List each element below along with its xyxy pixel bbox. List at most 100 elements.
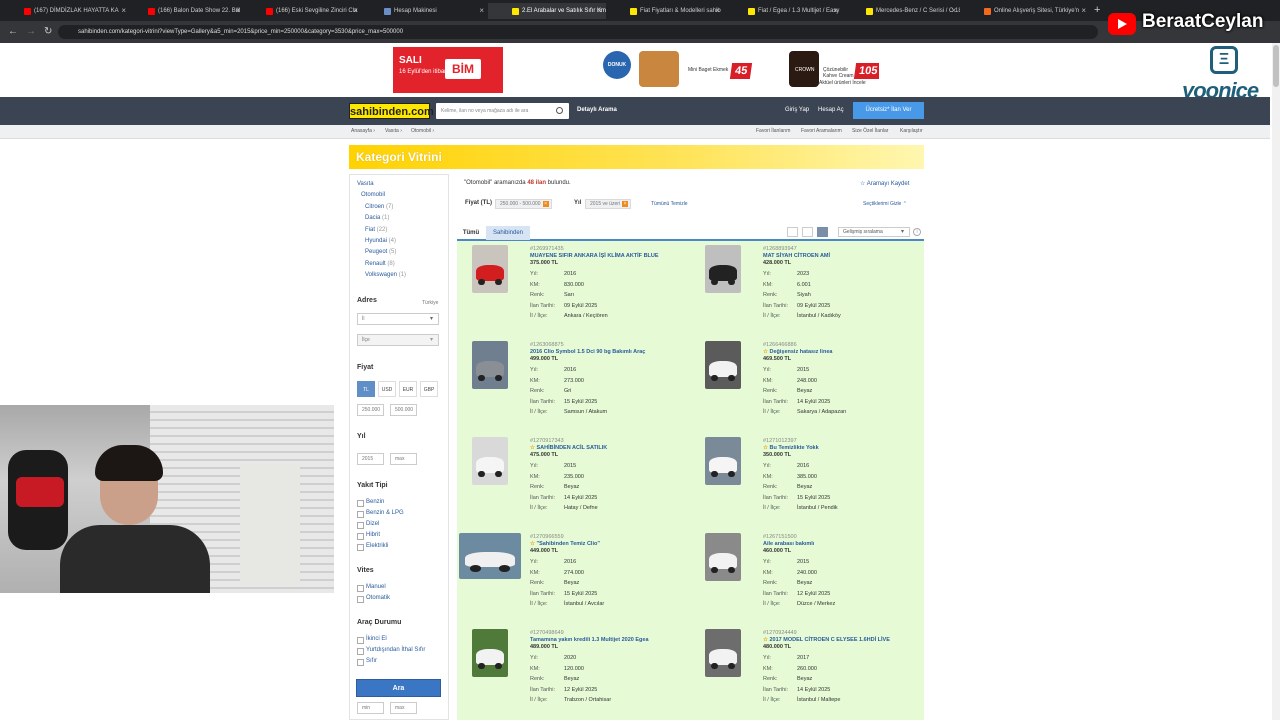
city-select[interactable]: İl <box>357 313 439 325</box>
sidebar-category-item[interactable]: Vasıta <box>357 181 374 187</box>
browser-tab[interactable]: Online Alışveriş Sitesi, Türkiye'n × <box>960 3 1090 19</box>
url-field[interactable]: sahibinden.com/kategori-vitrini?viewType… <box>58 25 1098 39</box>
browser-tab[interactable]: 2.El Arabalar ve Satılık Sıfır Km × <box>488 3 606 19</box>
year-max-input[interactable]: max <box>390 453 417 465</box>
condition-checkbox[interactable]: İkinci El <box>357 636 387 644</box>
browser-tab[interactable]: (166) Eski Sevgiline Zinciri Cla × <box>242 3 362 19</box>
listing-card[interactable]: #1270917343 ☆ SAHİBİNDEN ACİL SATILIK 475.… <box>457 433 682 525</box>
district-select[interactable]: İlçe <box>357 334 439 346</box>
scrollbar-thumb[interactable] <box>1273 45 1279 87</box>
year-filter-chip[interactable]: 2015 ve üzeri × <box>585 199 632 209</box>
listing-photo[interactable] <box>705 533 741 581</box>
search-icon[interactable] <box>556 107 563 114</box>
browser-tab[interactable]: Mercedes-Benz / C Serisi / C 18 × <box>842 3 960 19</box>
sidebar-category-item[interactable]: Volkswagen (1) <box>365 272 406 278</box>
sidebar-category-item[interactable]: Fiat (22) <box>365 227 387 233</box>
breadcrumb-item[interactable]: Vasıta › <box>385 128 402 134</box>
tab-close-icon[interactable]: × <box>951 3 956 19</box>
tab-close-icon[interactable]: × <box>1081 3 1086 19</box>
detailed-search-link[interactable]: Detaylı Arama <box>577 107 617 113</box>
listing-photo[interactable] <box>705 437 741 485</box>
post-ad-button[interactable]: Ücretsiz* İlan Ver <box>853 102 924 119</box>
listing-title[interactable]: MUAYENE SIFIR ANKARA İŞİ KLİMA AKTİF BLU… <box>530 253 659 259</box>
sidebar-category-item[interactable]: Otomobil <box>361 192 385 198</box>
year-min-input[interactable]: 2015 <box>357 453 384 465</box>
listing-card[interactable]: #1270924449 ☆ 2017 MODEL CİTROEN C ELYSEE… <box>690 625 915 717</box>
country-label[interactable]: Türkiye <box>422 300 438 306</box>
tab-close-icon[interactable]: × <box>235 3 240 19</box>
listing-photo[interactable] <box>705 245 741 293</box>
info-icon[interactable]: i <box>913 228 921 236</box>
listing-photo[interactable] <box>472 437 508 485</box>
listing-card[interactable]: #1270498649 Tamamına yakın kredili 1.3 Mu… <box>457 625 682 717</box>
listing-photo[interactable] <box>705 341 741 389</box>
sidebar-category-item[interactable]: Peugeot (5) <box>365 249 396 255</box>
price-min-input[interactable]: 250.000 <box>357 404 384 416</box>
fuel-checkbox[interactable]: Benzin & LPG <box>357 510 404 518</box>
price-max-input[interactable]: 500.000 <box>390 404 417 416</box>
special-listings-link[interactable]: Size Özel İlanlar <box>852 128 888 134</box>
browser-tab[interactable]: Hesap Makinesi × <box>360 3 488 19</box>
listing-title[interactable]: ☆ SAHİBİNDEN ACİL SATILIK <box>530 445 607 451</box>
browser-tab[interactable]: Fiat Fiyatları & Modelleri sahib × <box>606 3 724 19</box>
clear-all-link[interactable]: Tümünü Temizle <box>651 201 688 207</box>
browser-tab[interactable]: (167) DİMDİZLAK HAYATTA KA × <box>0 3 130 19</box>
breadcrumb-item[interactable]: Anasayfa › <box>351 128 375 134</box>
listing-photo[interactable] <box>472 245 508 293</box>
ad-link[interactable]: Aktüel ürünleri İncele <box>819 80 866 86</box>
currency-usd[interactable]: USD <box>378 381 396 397</box>
listing-title[interactable]: ☆ Bu Temizlikte Yokk <box>763 445 819 451</box>
tab-close-icon[interactable]: × <box>353 3 358 19</box>
search-button[interactable]: Ara <box>356 679 441 697</box>
currency-eur[interactable]: EUR <box>399 381 417 397</box>
new-tab-button[interactable]: + <box>1094 4 1100 16</box>
back-icon[interactable]: ← <box>8 26 18 37</box>
gallery-view-icon[interactable] <box>817 227 828 237</box>
bottom-min-input[interactable]: min <box>357 702 384 714</box>
sidebar-category-item[interactable]: Hyundai (4) <box>365 238 396 244</box>
site-logo[interactable]: sahibinden.com <box>349 103 434 119</box>
condition-checkbox[interactable]: Yurtdışından İthal Sıfır <box>357 647 425 655</box>
reload-icon[interactable]: ↻ <box>44 26 52 37</box>
listing-photo[interactable] <box>472 629 508 677</box>
price-filter-chip[interactable]: 250.000 - 500.000 × <box>495 199 552 209</box>
login-link[interactable]: Giriş Yap <box>785 107 809 113</box>
compare-link[interactable]: Karşılaştır <box>900 128 923 134</box>
listing-photo[interactable] <box>705 629 741 677</box>
currency-gbp[interactable]: GBP <box>420 381 438 397</box>
currency-tl[interactable]: TL <box>357 381 375 397</box>
page-scrollbar[interactable] <box>1272 43 1280 720</box>
save-search-link[interactable]: ☆ Aramayı Kaydet <box>860 180 909 187</box>
listing-card[interactable]: #1268893947 MAT SİYAH CİTROEN AMİ 428.000 … <box>690 241 915 333</box>
close-icon[interactable]: × <box>622 201 629 207</box>
condition-checkbox[interactable]: Sıfır <box>357 658 377 666</box>
listing-photo[interactable] <box>472 341 508 389</box>
listing-title[interactable]: ☆ 2017 MODEL CİTROEN C ELYSEE 1.6HDİ LİV… <box>763 637 890 643</box>
tab-close-icon[interactable]: × <box>597 3 602 19</box>
listing-card[interactable]: #1270966559 ☆ "Sahibinden Temiz Clio" 449.… <box>457 529 682 621</box>
listing-photo[interactable] <box>459 533 521 579</box>
listing-card[interactable]: #1263068875 2016 Clio Symbol 1.5 Dci 90 b… <box>457 337 682 429</box>
gear-checkbox[interactable]: Manuel <box>357 584 386 592</box>
gear-checkbox[interactable]: Otomatik <box>357 595 390 603</box>
sort-select[interactable]: Gelişmiş sıralama <box>838 227 910 237</box>
favorite-searches-link[interactable]: Favori Aramalarım <box>801 128 842 134</box>
search-input[interactable]: Kelime, ilan no veya mağaza adı ile ara <box>436 103 569 119</box>
favorite-listings-link[interactable]: Favori İlanlarım <box>756 128 790 134</box>
tab-close-icon[interactable]: × <box>715 3 720 19</box>
listing-card[interactable]: #1269971435 MUAYENE SIFIR ANKARA İŞİ KLİM… <box>457 241 682 333</box>
listing-title[interactable]: MAT SİYAH CİTROEN AMİ <box>763 253 830 259</box>
sidebar-category-item[interactable]: Dacia (1) <box>365 215 389 221</box>
close-icon[interactable]: × <box>542 201 549 207</box>
fuel-checkbox[interactable]: Benzin <box>357 499 384 507</box>
thumb-view-icon[interactable] <box>802 227 813 237</box>
hide-selected-link[interactable]: Seçtiklerimi Gizle ⌃ <box>863 201 907 207</box>
sidebar-category-item[interactable]: Citroen (7) <box>365 204 393 210</box>
browser-tab[interactable]: Fiat / Egea / 1.3 Multijet / Easy × <box>724 3 842 19</box>
forward-icon[interactable]: → <box>26 26 36 37</box>
fuel-checkbox[interactable]: Hibrit <box>357 532 380 540</box>
listing-title[interactable]: Tamamına yakın kredili 1.3 Multijet 2020… <box>530 637 649 643</box>
tab-all[interactable]: Tümü <box>459 226 483 240</box>
fuel-checkbox[interactable]: Dizel <box>357 521 379 529</box>
register-link[interactable]: Hesap Aç <box>818 107 844 113</box>
